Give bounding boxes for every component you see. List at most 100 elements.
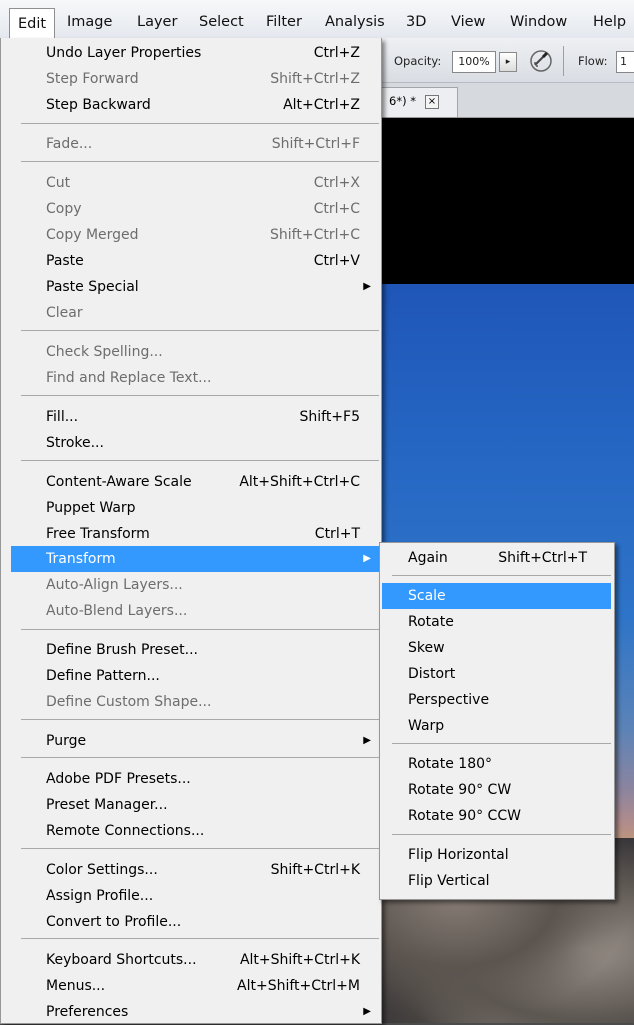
menu-item-label: Rotate [408,614,454,630]
menu-item-perspective[interactable]: Perspective [382,687,611,713]
menu-item-define-pattern[interactable]: Define Pattern... [11,663,379,689]
menu-item-paste[interactable]: Paste Ctrl+V [11,248,379,274]
menu-item-fill[interactable]: Fill... Shift+F5 [11,404,379,430]
menu-item-label: Paste [46,253,84,269]
options-separator [563,46,564,76]
menu-separator [21,848,379,849]
menu-separator [21,161,379,162]
menu-item-warp[interactable]: Warp [382,713,611,739]
menu-bar: Edit Image Layer Select Filter Analysis … [0,0,634,39]
menu-separator [21,460,379,461]
menu-item-fade: Fade... Shift+Ctrl+F [11,131,379,157]
menu-item-assign-profile[interactable]: Assign Profile... [11,883,379,909]
menu-item-define-brush-preset[interactable]: Define Brush Preset... [11,637,379,663]
menu-item-purge[interactable]: Purge ▶ [11,728,379,754]
menu-image[interactable]: Image [67,10,112,34]
menu-item-label: Remote Connections... [46,823,205,839]
menu-filter[interactable]: Filter [266,10,302,34]
menu-item-shortcut: Shift+Ctrl+Z [270,71,360,87]
menu-item-label: Rotate 90° CW [408,782,512,798]
menu-item-rotate[interactable]: Rotate [382,609,611,635]
flow-input[interactable]: 1 [616,51,634,73]
menu-item-color-settings[interactable]: Color Settings... Shift+Ctrl+K [11,857,379,883]
menu-item-label: Auto-Blend Layers... [46,603,188,619]
menu-item-puppet-warp[interactable]: Puppet Warp [11,495,379,521]
document-tab-title: 6*) * [389,94,416,108]
menu-item-label: Flip Horizontal [408,847,509,863]
menu-item-stroke[interactable]: Stroke... [11,430,379,456]
opacity-label: Opacity: [394,54,442,68]
menu-item-preset-manager[interactable]: Preset Manager... [11,792,379,818]
options-bar: Opacity: 100% ▸ Flow: 1 [380,38,634,83]
menu-item-label: Keyboard Shortcuts... [46,952,197,968]
menu-item-remote-connections[interactable]: Remote Connections... [11,818,379,844]
menu-window[interactable]: Window [510,10,567,34]
menu-item-label: Perspective [408,692,490,708]
menu-select[interactable]: Select [199,10,244,34]
menu-layer[interactable]: Layer [137,10,177,34]
document-tab-bar: 6*) * × [380,83,634,118]
menu-help[interactable]: Help [593,10,626,34]
menu-item-adobe-pdf-presets[interactable]: Adobe PDF Presets... [11,766,379,792]
menu-item-label: Warp [408,718,445,734]
menu-item-label: Auto-Align Layers... [46,577,183,593]
menu-item-menus[interactable]: Menus... Alt+Shift+Ctrl+M [11,973,379,999]
menu-item-label: Puppet Warp [46,500,136,516]
menu-item-again[interactable]: Again Shift+Ctrl+T [382,545,611,571]
menu-item-label: Copy [46,201,82,217]
menu-item-free-transform[interactable]: Free Transform Ctrl+T [11,521,379,547]
menu-item-label: Check Spelling... [46,344,163,360]
menu-item-step-backward[interactable]: Step Backward Alt+Ctrl+Z [11,92,379,118]
airbrush-icon[interactable] [528,48,554,74]
menu-separator [392,575,611,576]
menu-item-shortcut: Ctrl+T [314,526,360,542]
menu-item-label: Rotate 90° CCW [408,808,521,824]
menu-3d[interactable]: 3D [406,10,426,34]
menu-item-label: Free Transform [46,526,150,542]
menu-item-label: Define Custom Shape... [46,694,212,710]
menu-item-shortcut: Shift+Ctrl+T [498,550,587,566]
menu-item-label: Define Brush Preset... [46,642,199,658]
menu-item-preferences[interactable]: Preferences ▶ [11,999,379,1025]
submenu-arrow-icon: ▶ [363,735,371,746]
menu-item-transform[interactable]: Transform ▶ [11,546,379,572]
menu-item-label: Convert to Profile... [46,914,182,930]
flow-label: Flow: [578,54,608,68]
menu-item-convert-to-profile[interactable]: Convert to Profile... [11,909,379,935]
menu-item-content-aware-scale[interactable]: Content-Aware Scale Alt+Shift+Ctrl+C [11,469,379,495]
menu-item-distort[interactable]: Distort [382,661,611,687]
menu-edit[interactable]: Edit [9,8,56,39]
menu-item-label: Copy Merged [46,227,139,243]
menu-item-flip-vertical[interactable]: Flip Vertical [382,868,611,894]
menu-view[interactable]: View [451,10,485,34]
menu-item-skew[interactable]: Skew [382,635,611,661]
menu-item-rotate-90-cw[interactable]: Rotate 90° CW [382,777,611,803]
transform-submenu: Again Shift+Ctrl+T Scale Rotate Skew Distort P… [379,542,615,900]
menu-item-flip-horizontal[interactable]: Flip Horizontal [382,842,611,868]
menu-separator [392,743,611,744]
menu-separator [21,395,379,396]
menu-item-shortcut: Alt+Ctrl+Z [283,97,360,113]
menu-item-rotate-180[interactable]: Rotate 180° [382,751,611,777]
menu-item-shortcut: Shift+F5 [299,409,360,425]
menu-item-shortcut: Shift+Ctrl+F [271,136,360,152]
menu-separator [21,719,379,720]
menu-item-label: Menus... [46,978,106,994]
menu-item-keyboard-shortcuts[interactable]: Keyboard Shortcuts... Alt+Shift+Ctrl+K [11,947,379,973]
menu-item-auto-blend-layers: Auto-Blend Layers... [11,598,379,624]
opacity-arrow-button[interactable]: ▸ [499,52,517,72]
menu-item-shortcut: Ctrl+Z [313,45,360,61]
menu-item-label: Clear [46,305,83,321]
opacity-input[interactable]: 100% [452,51,496,73]
menu-item-rotate-90-ccw[interactable]: Rotate 90° CCW [382,803,611,829]
menu-item-paste-special[interactable]: Paste Special ▶ [11,274,379,300]
menu-analysis[interactable]: Analysis [325,10,385,34]
menu-item-shortcut: Shift+Ctrl+K [270,862,360,878]
menu-item-undo-layer-properties[interactable]: Undo Layer Properties Ctrl+Z [11,40,379,66]
menu-item-scale[interactable]: Scale [382,583,611,609]
submenu-arrow-icon: ▶ [363,553,371,564]
close-icon[interactable]: × [425,95,439,109]
menu-item-cut: Cut Ctrl+X [11,170,379,196]
menu-separator [21,330,379,331]
document-tab[interactable]: 6*) * × [380,87,458,117]
